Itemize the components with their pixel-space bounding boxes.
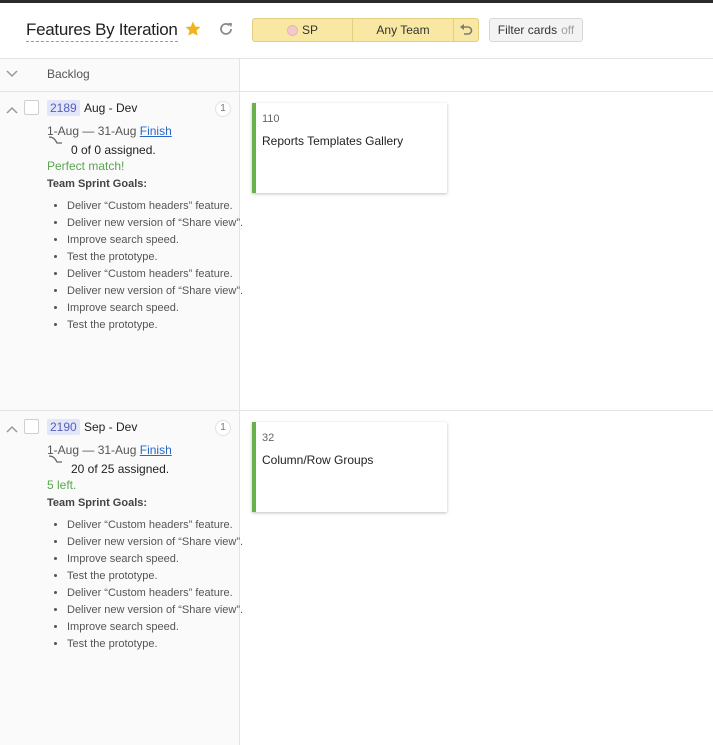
star-icon[interactable] (184, 20, 202, 38)
chevron-up-icon[interactable] (5, 423, 19, 435)
goals-title: Team Sprint Goals: (47, 178, 148, 190)
goals-list: Deliver “Custom headers” feature. Delive… (47, 199, 247, 335)
goal-item: Test the prototype. (67, 318, 247, 333)
team-selector[interactable]: Any Team (352, 18, 454, 42)
goal-item: Deliver new version of “Share view”. (67, 216, 247, 231)
sp-label: SP (301, 23, 318, 37)
assigned-summary: 20 of 25 assigned. (71, 462, 170, 476)
iteration-checkbox[interactable] (24, 419, 39, 434)
top-border (0, 0, 713, 3)
goals-title: Team Sprint Goals: (47, 497, 148, 509)
divider (0, 410, 713, 411)
goal-item: Improve search speed. (67, 620, 247, 635)
sp-dot-icon (286, 24, 298, 36)
capacity-note: Perfect match! (47, 159, 125, 173)
iteration-row: 2189 Aug - Dev 1 1-Aug — 31-Aug Finish 0… (0, 93, 243, 410)
goals-list: Deliver “Custom headers” feature. Delive… (47, 518, 247, 654)
iteration-name: Aug - Dev (84, 101, 138, 115)
goal-item: Improve search speed. (67, 301, 247, 316)
iteration-id-badge[interactable]: 2189 (47, 100, 80, 116)
page-title[interactable]: Features By Iteration (26, 19, 178, 42)
chevron-up-icon[interactable] (5, 104, 19, 116)
iteration-row: 2190 Sep - Dev 1 1-Aug — 31-Aug Finish 2… (0, 412, 243, 745)
team-label: Any Team (376, 23, 430, 37)
refresh-icon[interactable] (217, 20, 235, 38)
goal-item: Deliver “Custom headers” feature. (67, 199, 247, 214)
iteration-name: Sep - Dev (84, 420, 138, 434)
divider (0, 91, 713, 92)
card-count-badge: 1 (215, 101, 231, 117)
goal-item: Deliver new version of “Share view”. (67, 284, 247, 299)
capacity-note: 5 left. (47, 478, 77, 492)
assigned-summary: 0 of 0 assigned. (71, 143, 156, 157)
sp-selector[interactable]: SP (252, 18, 353, 42)
finish-link[interactable]: Finish (140, 443, 172, 457)
backlog-label: Backlog (47, 67, 90, 81)
card-id: 110 (262, 113, 280, 125)
feature-card[interactable]: 32 Column/Row Groups (252, 422, 447, 512)
iteration-dates: 1-Aug — 31-Aug Finish (47, 443, 172, 457)
goal-item: Test the prototype. (67, 250, 247, 265)
goal-item: Test the prototype. (67, 569, 247, 584)
filter-state: off (561, 23, 575, 37)
goal-item: Improve search speed. (67, 552, 247, 567)
iteration-id-badge[interactable]: 2190 (47, 419, 80, 435)
finish-link[interactable]: Finish (140, 124, 172, 138)
goal-item: Deliver new version of “Share view”. (67, 603, 247, 618)
goal-item: Deliver “Custom headers” feature. (67, 518, 247, 533)
card-count-badge: 1 (215, 420, 231, 436)
goal-item: Test the prototype. (67, 637, 247, 652)
assign-arrow-icon (48, 455, 62, 463)
goal-item: Deliver “Custom headers” feature. (67, 586, 247, 601)
card-id: 32 (262, 432, 275, 444)
feature-card[interactable]: 110 Reports Templates Gallery (252, 103, 447, 193)
chevron-down-icon[interactable] (5, 68, 19, 80)
card-title: Reports Templates Gallery (262, 134, 404, 148)
divider (0, 58, 713, 59)
undo-icon (460, 24, 473, 35)
assign-arrow-icon (48, 136, 62, 144)
filter-cards-button[interactable]: Filter cards off (489, 18, 583, 42)
iteration-dates: 1-Aug — 31-Aug Finish (47, 124, 172, 138)
goal-item: Deliver new version of “Share view”. (67, 535, 247, 550)
goal-item: Improve search speed. (67, 233, 247, 248)
undo-button[interactable] (453, 18, 479, 42)
card-title: Column/Row Groups (262, 453, 374, 467)
iteration-checkbox[interactable] (24, 100, 39, 115)
goal-item: Deliver “Custom headers” feature. (67, 267, 247, 282)
filter-label: Filter cards (497, 23, 558, 37)
